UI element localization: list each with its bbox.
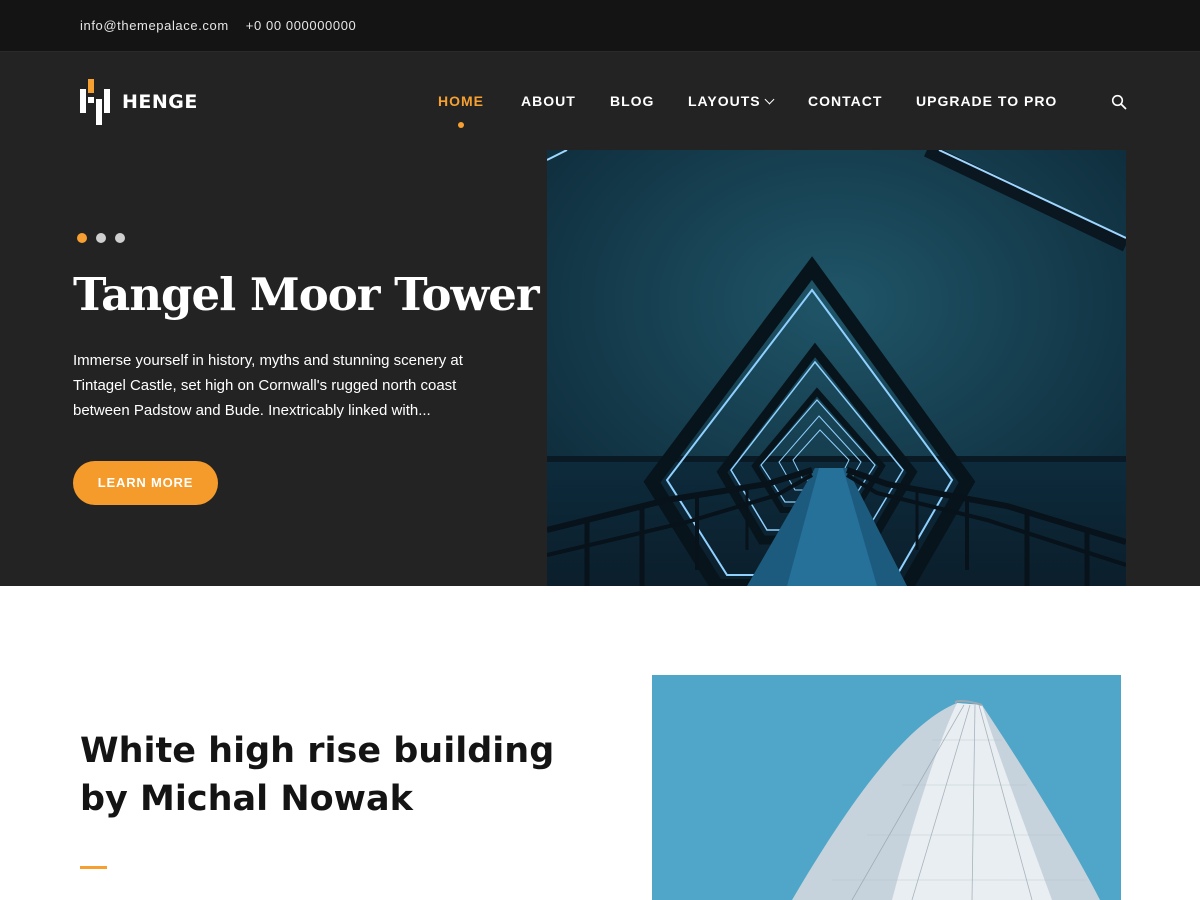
chevron-down-icon (764, 94, 775, 105)
site-title: HENGE (122, 91, 198, 113)
email-link[interactable]: info@themepalace.com (80, 18, 229, 33)
nav-item-layouts[interactable]: LAYOUTS (688, 93, 775, 109)
slide-excerpt: Immerse yourself in history, myths and s… (73, 352, 463, 419)
henge-logo-icon (80, 79, 110, 125)
feature-title[interactable]: White high rise building by Michal Nowak (80, 727, 600, 823)
top-bar: info@themepalace.com +0 00 000000000 (0, 0, 1200, 52)
nav-item-home[interactable]: HOME (438, 93, 484, 109)
slider-dot-1[interactable] (77, 233, 87, 243)
nav-item-contact[interactable]: CONTACT (808, 93, 882, 109)
site-logo[interactable]: HENGE (80, 78, 200, 126)
nav-item-about[interactable]: ABOUT (521, 93, 576, 109)
contact-info: info@themepalace.com +0 00 000000000 (80, 18, 356, 33)
slider-dot-3[interactable] (115, 233, 125, 243)
nav-item-layouts-label: LAYOUTS (688, 93, 761, 109)
nav-item-blog[interactable]: BLOG (610, 93, 654, 109)
accent-divider (80, 866, 107, 869)
slide-image-bridge[interactable] (547, 150, 1126, 586)
learn-more-button[interactable]: LEARN MORE (73, 461, 218, 505)
nav-item-upgrade[interactable]: UPGRADE TO PRO (916, 93, 1057, 109)
slider-pagination (77, 233, 125, 243)
slide-title: Tangel Moor Tower (73, 268, 540, 321)
slider-dot-2[interactable] (96, 233, 106, 243)
phone-link[interactable]: +0 00 000000000 (246, 18, 357, 33)
search-icon[interactable] (1111, 94, 1127, 110)
active-nav-indicator (458, 122, 464, 128)
feature-image-building[interactable] (652, 675, 1121, 900)
